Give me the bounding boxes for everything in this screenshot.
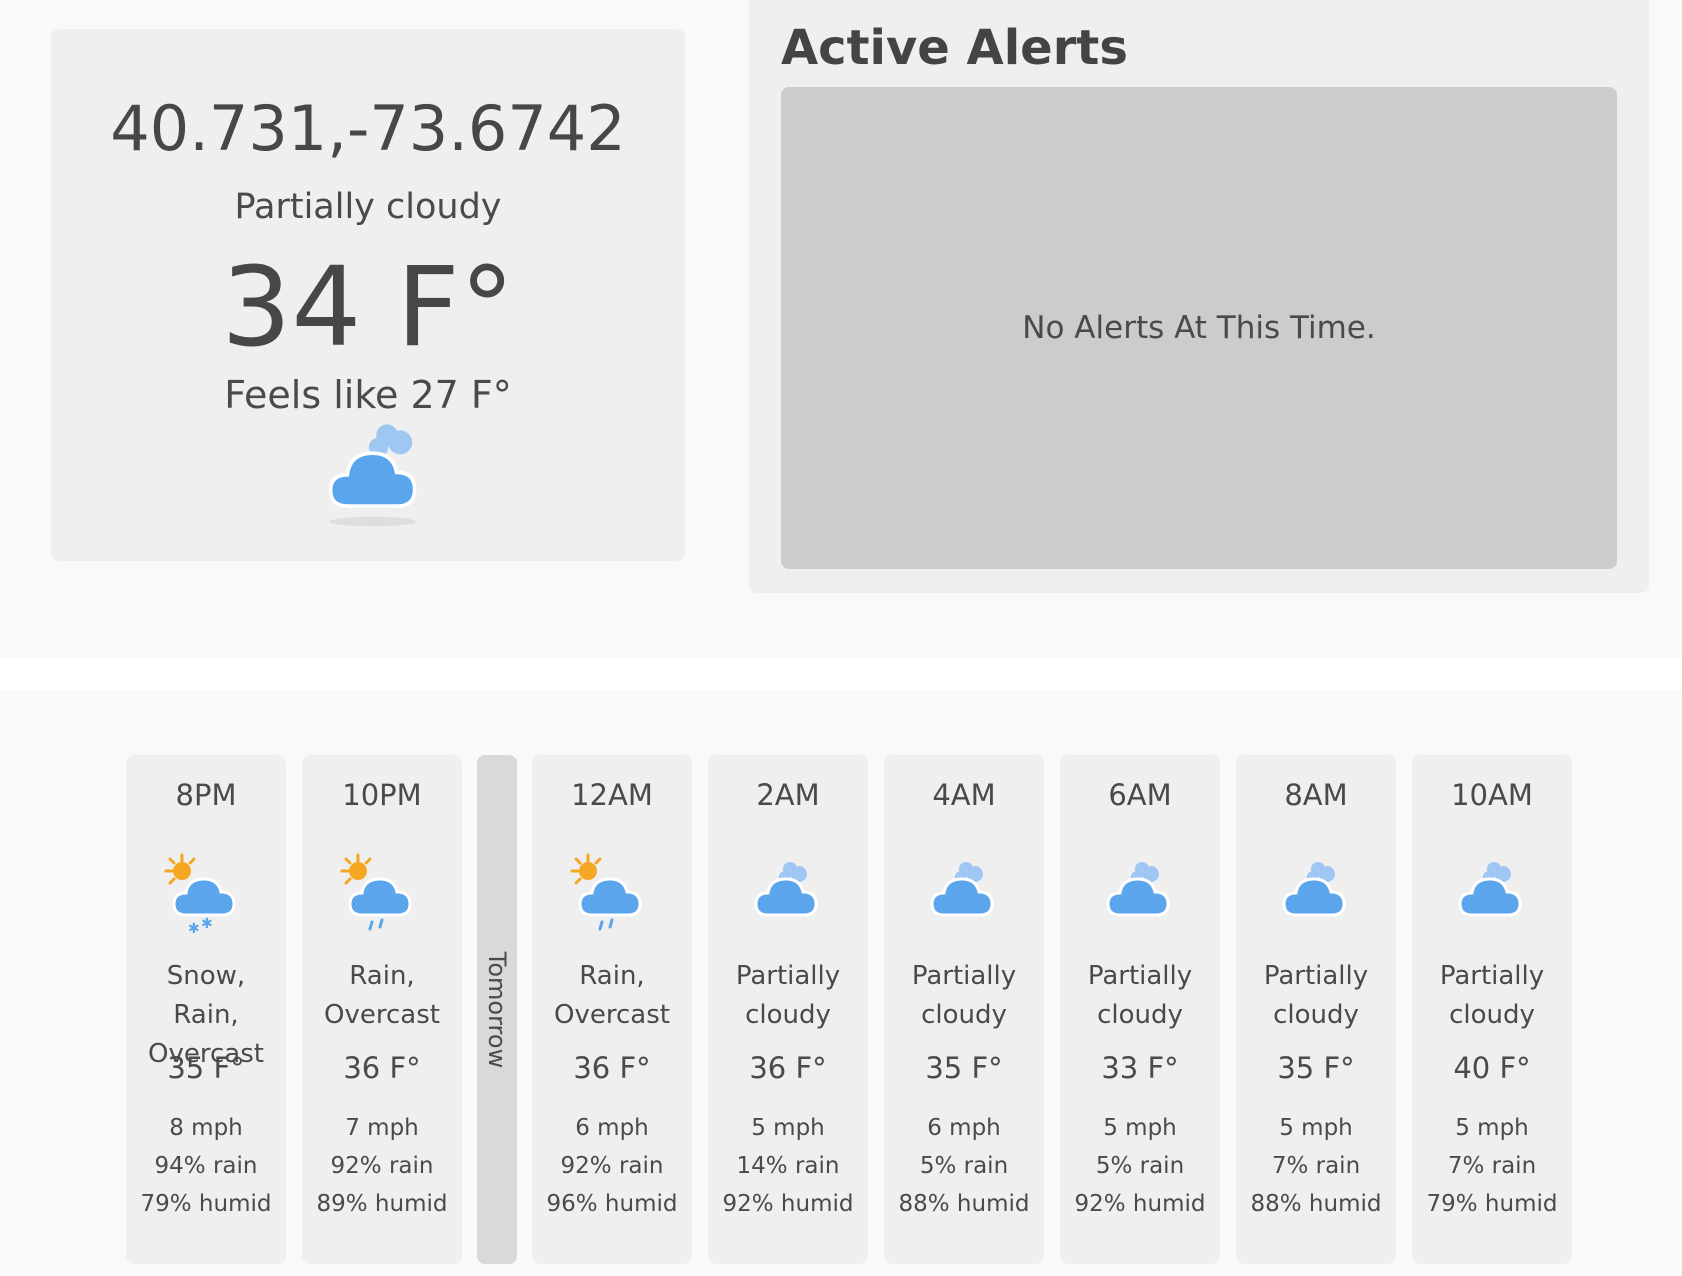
hour-wind: 7 mph [345, 1115, 419, 1141]
hour-time: 8AM [1284, 778, 1348, 812]
day-divider-label: Tomorrow [483, 951, 511, 1069]
hour-rain-chance: 5% rain [1095, 1153, 1185, 1179]
hour-condition: Partially cloudy [911, 961, 1017, 1030]
hour-time: 4AM [932, 778, 996, 812]
hour-time: 10AM [1451, 778, 1533, 812]
hour-wind: 8 mph [169, 1115, 243, 1141]
rain-sun-icon [570, 853, 642, 931]
hour-humidity: 79% humid [1426, 1191, 1558, 1217]
hour-temperature: 35 F° [1277, 1051, 1355, 1085]
hour-time: 10PM [342, 778, 422, 812]
hour-condition: Rain, Overcast [554, 961, 670, 1030]
hour-condition: Partially cloudy [735, 961, 841, 1030]
hour-humidity: 88% humid [898, 1191, 1030, 1217]
hour-rain-chance: 92% rain [330, 1153, 434, 1179]
hour-wind: 5 mph [1455, 1115, 1529, 1141]
hourly-card: 8PM ✱ ✱ Snow, Rain, Overcast 35 F° 8 mph 94% r… [126, 755, 286, 1264]
alerts-panel: Active Alerts No Alerts At This Time. [749, 0, 1649, 593]
hour-condition: Partially cloudy [1439, 961, 1545, 1030]
hourly-card: 10AM Partially cloudy 40 F° 5 mph 7% rain 79%… [1412, 755, 1572, 1264]
alerts-title: Active Alerts [781, 20, 1128, 76]
snow-rain-icon: ✱ ✱ [164, 853, 236, 937]
hour-rain-chance: 5% rain [919, 1153, 1009, 1179]
hour-rain-chance: 14% rain [736, 1153, 840, 1179]
hour-time: 8PM [175, 778, 237, 812]
hourly-card: 10PM Rain, Overcast 36 F° 7 mph 92% rain 89% … [302, 755, 462, 1264]
hour-rain-chance: 7% rain [1447, 1153, 1537, 1179]
alerts-message: No Alerts At This Time. [1022, 310, 1376, 346]
hour-temperature: 36 F° [573, 1051, 651, 1085]
hour-temperature: 36 F° [749, 1051, 827, 1085]
hourly-card: 2AM Partially cloudy 36 F° 5 mph 14% rain 92%… [708, 755, 868, 1264]
hour-humidity: 88% humid [1250, 1191, 1382, 1217]
hour-condition: Partially cloudy [1263, 961, 1369, 1030]
hour-humidity: 92% humid [722, 1191, 854, 1217]
hour-condition: Partially cloudy [1087, 961, 1193, 1030]
hourly-forecast: 8PM ✱ ✱ Snow, Rain, Overcast 35 F° 8 mph 94% r… [126, 755, 1572, 1264]
hour-wind: 6 mph [575, 1115, 649, 1141]
hour-temperature: 35 F° [925, 1051, 1003, 1085]
current-conditions-card: 40.731,-73.6742 Partially cloudy 34 F° F… [51, 29, 685, 561]
hour-humidity: 92% humid [1074, 1191, 1206, 1217]
location-coordinates: 40.731,-73.6742 [110, 92, 626, 165]
partly-cloudy-icon [754, 862, 818, 917]
hour-rain-chance: 92% rain [560, 1153, 664, 1179]
current-condition: Partially cloudy [234, 187, 502, 227]
hour-rain-chance: 7% rain [1271, 1153, 1361, 1179]
hour-temperature: 33 F° [1101, 1051, 1179, 1085]
alerts-box: No Alerts At This Time. [781, 87, 1617, 569]
hour-wind: 5 mph [751, 1115, 825, 1141]
rain-sun-icon [340, 853, 412, 931]
hour-wind: 5 mph [1103, 1115, 1177, 1141]
hour-humidity: 96% humid [546, 1191, 678, 1217]
hourly-card: 4AM Partially cloudy 35 F° 6 mph 5% rain 88% … [884, 755, 1044, 1264]
hour-temperature: 40 F° [1453, 1051, 1531, 1085]
day-divider: Tomorrow [477, 755, 517, 1264]
hourly-card: 8AM Partially cloudy 35 F° 5 mph 7% rain 88% … [1236, 755, 1396, 1264]
partly-cloudy-icon [1458, 862, 1522, 917]
svg-text:✱: ✱ [201, 916, 213, 932]
hourly-card: 6AM Partially cloudy 33 F° 5 mph 5% rain 92% … [1060, 755, 1220, 1264]
hour-time: 12AM [571, 778, 653, 812]
hour-rain-chance: 94% rain [154, 1153, 258, 1179]
hourly-card: 12AM Rain, Overcast 36 F° 6 mph 92% rain 96% … [532, 755, 692, 1264]
hour-time: 2AM [756, 778, 820, 812]
hour-temperature: 35 F° [167, 1051, 245, 1085]
hour-wind: 6 mph [927, 1115, 1001, 1141]
partly-cloudy-icon [328, 424, 417, 527]
partly-cloudy-icon [930, 862, 994, 917]
hour-condition: Rain, Overcast [324, 961, 440, 1030]
partly-cloudy-icon [1106, 862, 1170, 917]
hour-humidity: 79% humid [140, 1191, 272, 1217]
hour-wind: 5 mph [1279, 1115, 1353, 1141]
current-temperature: 34 F° [221, 243, 515, 371]
svg-text:✱: ✱ [188, 921, 200, 937]
hour-time: 6AM [1108, 778, 1172, 812]
hour-temperature: 36 F° [343, 1051, 421, 1085]
hour-humidity: 89% humid [316, 1191, 448, 1217]
partly-cloudy-icon [1282, 862, 1346, 917]
